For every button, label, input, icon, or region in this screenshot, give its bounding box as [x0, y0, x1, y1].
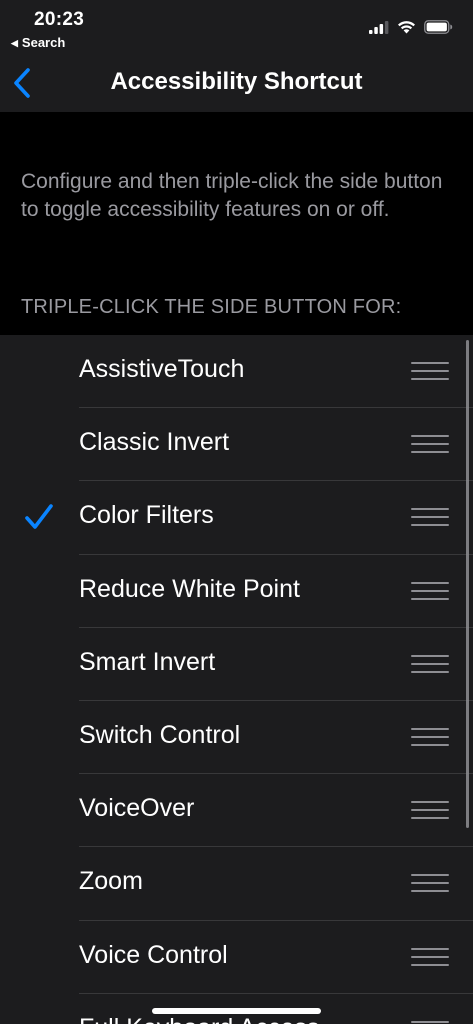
list-item-label: VoiceOver — [79, 794, 195, 823]
back-to-app-link[interactable]: ◀ Search — [11, 35, 65, 50]
reorder-grip-icon[interactable] — [411, 801, 449, 821]
wifi-icon — [398, 21, 415, 34]
reorder-grip-icon[interactable] — [411, 508, 449, 528]
list-item[interactable]: AssistiveTouch — [0, 335, 473, 409]
list-item[interactable]: Smart Invert — [0, 628, 473, 701]
list-item-label: Full Keyboard Access — [79, 1014, 319, 1024]
list-item[interactable]: Classic Invert — [0, 408, 473, 482]
reorder-grip-icon[interactable] — [411, 581, 449, 602]
reorder-grip-icon[interactable] — [411, 435, 449, 455]
list-item-label: Voice Control — [79, 940, 228, 969]
status-icons — [369, 17, 453, 37]
section-header: TRIPLE-CLICK THE SIDE BUTTON FOR: — [21, 296, 402, 318]
reorder-grip-icon[interactable] — [411, 947, 449, 968]
battery-icon — [424, 20, 453, 34]
list-item-label: Switch Control — [79, 720, 241, 749]
home-indicator[interactable] — [152, 1008, 321, 1014]
reorder-grip-icon[interactable] — [411, 654, 449, 675]
list-item[interactable]: Zoom — [0, 847, 473, 921]
description-text: Configure and then triple-click the side… — [21, 170, 443, 221]
back-triangle-icon: ◀ — [11, 38, 18, 48]
list-item[interactable]: Color Filters — [0, 481, 473, 555]
list-item[interactable]: Voice Control — [0, 921, 473, 994]
list-item-label: Color Filters — [79, 501, 214, 530]
reorder-grip-icon[interactable] — [411, 362, 449, 382]
list-item[interactable]: Switch Control — [0, 701, 473, 775]
list-item-label: Smart Invert — [79, 647, 216, 676]
navigation-bar: Accessibility Shortcut — [0, 56, 473, 112]
list-item-label: Classic Invert — [79, 428, 230, 457]
checkmark-icon — [24, 503, 54, 531]
status-bar: 20:23 ◀ Search — [0, 0, 473, 56]
status-time: 20:23 — [34, 9, 85, 30]
shortcut-list: AssistiveTouch Classic Invert Color Filter… — [0, 335, 473, 1024]
list-item[interactable]: VoiceOver — [0, 774, 473, 848]
list-item[interactable]: Reduce White Point — [0, 555, 473, 628]
page-title: Accessibility Shortcut — [110, 68, 363, 95]
list-item-label: AssistiveTouch — [79, 355, 245, 383]
scrollbar[interactable] — [466, 340, 469, 828]
back-app-label: Search — [21, 35, 66, 50]
list-item-label: Reduce White Point — [79, 574, 300, 603]
reorder-grip-icon[interactable] — [411, 874, 449, 894]
list-item-label: Zoom — [79, 867, 143, 896]
cellular-signal-icon — [369, 20, 389, 34]
reorder-grip-icon[interactable] — [411, 727, 449, 748]
